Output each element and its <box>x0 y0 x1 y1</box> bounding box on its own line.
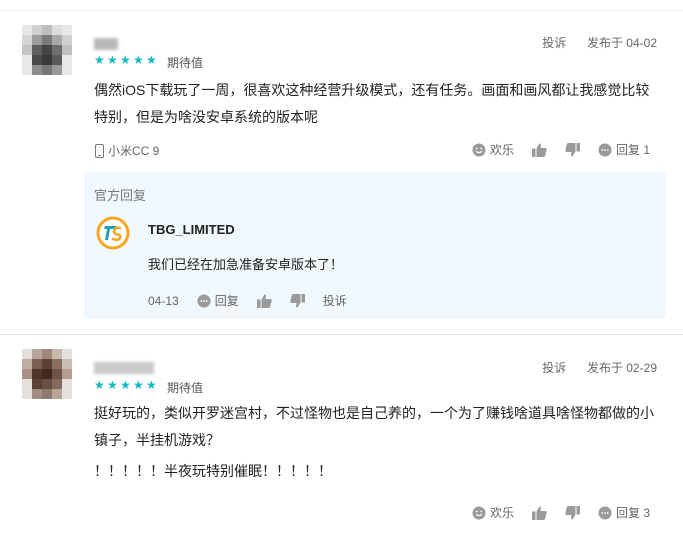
comment-icon <box>197 294 211 307</box>
star-icon: ★ <box>133 378 144 392</box>
comment-icon <box>598 506 612 519</box>
avatar[interactable] <box>22 349 72 399</box>
developer-name[interactable]: TBG_LIMITED <box>148 222 235 237</box>
star-icon: ★ <box>107 378 118 392</box>
reply-count: 回复 1 <box>616 143 651 157</box>
like-button[interactable] <box>532 506 547 520</box>
review-divider <box>0 334 683 335</box>
rating-label: 期待值 <box>167 381 204 395</box>
fun-button[interactable]: 欢乐 <box>472 141 514 158</box>
review-text-line2: ！！！！！半夜玩特别催眠！！！！！ <box>94 463 332 479</box>
official-reply-box: 官方回复 TBG_LIMITED 我们已经在加急准备安卓版本了！ 04-13 回… <box>84 172 666 319</box>
thumbs-down-icon <box>290 293 305 307</box>
avatar[interactable] <box>22 25 72 75</box>
review-meta: 投诉 发布于 02-29 <box>542 359 657 376</box>
username-blurred[interactable] <box>94 362 154 374</box>
like-button[interactable] <box>256 294 272 308</box>
star-icon: ★ <box>94 53 105 67</box>
phone-icon <box>95 143 104 158</box>
thumbs-down-icon <box>565 505 581 519</box>
review-text: 偶然iOS下载玩了一周，很喜欢这种经营升级模式，还有任务。画面和画风都让我感觉比… <box>94 82 650 125</box>
report-link[interactable]: 投诉 <box>542 361 566 375</box>
smile-icon <box>472 143 486 156</box>
like-button[interactable] <box>532 143 547 157</box>
star-icon: ★ <box>146 378 157 392</box>
dislike-button[interactable] <box>565 505 581 520</box>
device-name: 小米CC 9 <box>108 144 160 158</box>
thumbs-down-icon <box>565 142 581 156</box>
review-actions: 欢乐 回复 1 <box>472 141 650 158</box>
device-info: 小米CC 9 <box>95 142 159 159</box>
publish-date: 发布于 02-29 <box>586 361 657 375</box>
star-icon: ★ <box>107 53 118 67</box>
fun-label: 欢乐 <box>490 506 515 520</box>
fun-button[interactable]: 欢乐 <box>472 504 514 521</box>
review-actions: 欢乐 回复 3 <box>472 504 650 521</box>
star-icon: ★ <box>94 378 105 392</box>
review-text: 挺好玩的，类似开罗迷宫村，不过怪物也是自己养的，一个为了赚钱啥道具啥怪物都做的小… <box>94 405 654 448</box>
reply-button[interactable]: 回复 3 <box>598 504 650 521</box>
rating-stars: ★ ★ ★ ★ ★ <box>94 53 157 67</box>
username-blurred[interactable] <box>94 38 118 50</box>
dislike-button[interactable] <box>290 293 305 308</box>
dislike-button[interactable] <box>565 142 581 157</box>
thumbs-up-icon <box>532 506 547 520</box>
official-reply-text: 我们已经在加急准备安卓版本了！ <box>148 257 344 272</box>
reply-count: 回复 3 <box>616 506 651 520</box>
reply-button[interactable]: 回复 <box>197 292 239 309</box>
fun-label: 欢乐 <box>490 143 515 157</box>
star-icon: ★ <box>120 378 131 392</box>
top-divider <box>0 10 683 11</box>
thumbs-up-icon <box>256 294 272 308</box>
official-reply-actions: 04-13 回复 投诉 <box>148 292 365 309</box>
publish-date: 发布于 04-02 <box>586 36 657 50</box>
reply-button[interactable]: 回复 1 <box>598 141 650 158</box>
star-icon: ★ <box>146 53 157 67</box>
star-icon: ★ <box>133 53 144 67</box>
reply-label: 回复 <box>214 294 239 308</box>
developer-logo-icon[interactable] <box>96 216 130 250</box>
rating-label: 期待值 <box>167 56 204 70</box>
thumbs-up-icon <box>532 143 547 157</box>
star-icon: ★ <box>120 53 131 67</box>
reply-date: 04-13 <box>148 293 179 308</box>
rating-stars: ★ ★ ★ ★ ★ <box>94 378 157 392</box>
review-meta: 投诉 发布于 04-02 <box>542 34 657 51</box>
report-link[interactable]: 投诉 <box>323 292 347 309</box>
official-reply-label: 官方回复 <box>94 188 147 203</box>
report-link[interactable]: 投诉 <box>542 36 566 50</box>
comment-icon <box>598 143 612 156</box>
smile-icon <box>472 506 486 519</box>
